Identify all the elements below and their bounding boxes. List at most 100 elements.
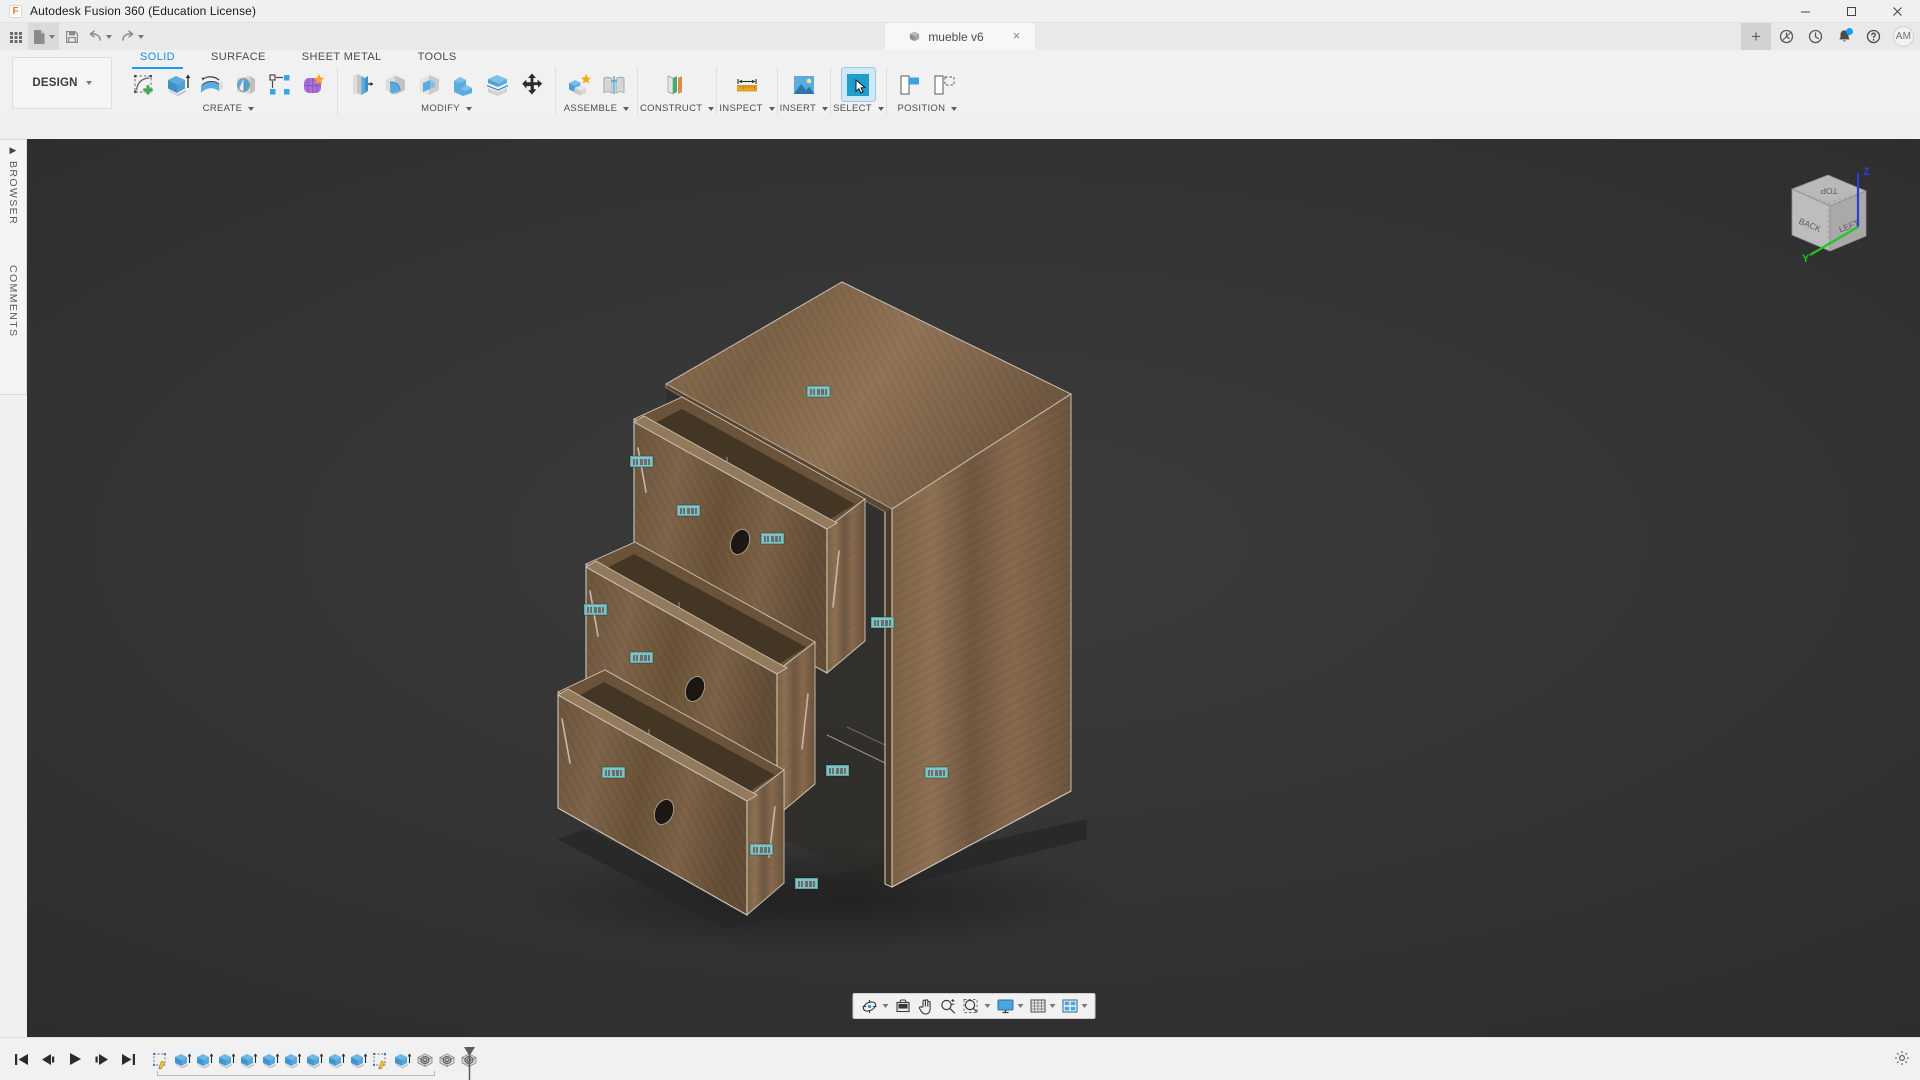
- joint-label[interactable]: [795, 878, 818, 889]
- timeline-sketch-2[interactable]: [370, 1050, 391, 1071]
- 3d-viewport[interactable]: TOP BACK LEFT Z Y: [27, 139, 1920, 1037]
- create-sketch-button[interactable]: [127, 68, 160, 101]
- file-menu-button[interactable]: [28, 23, 59, 50]
- joint-label[interactable]: [750, 844, 773, 855]
- orbit-button[interactable]: [857, 994, 891, 1018]
- shell-button[interactable]: [413, 68, 446, 101]
- joint-label[interactable]: [630, 456, 653, 467]
- new-component-button[interactable]: [563, 68, 596, 101]
- select-button[interactable]: [842, 68, 875, 101]
- pattern-button[interactable]: [263, 68, 296, 101]
- ribbon-group-select-label[interactable]: SELECT: [833, 101, 884, 116]
- joint-label[interactable]: [677, 505, 700, 516]
- recent-documents-icon[interactable]: [1802, 23, 1829, 50]
- timeline-extrude-5[interactable]: [260, 1050, 281, 1071]
- ribbon-group-select: SELECT: [830, 67, 886, 116]
- notifications-icon[interactable]: [1831, 23, 1858, 50]
- new-tab-button[interactable]: +: [1741, 23, 1771, 50]
- step-back-button[interactable]: [41, 1053, 56, 1066]
- go-to-beginning-button[interactable]: [14, 1053, 29, 1066]
- form-button[interactable]: [297, 68, 330, 101]
- ribbon-group-inspect-label[interactable]: INSPECT: [719, 101, 774, 116]
- tab-solid[interactable]: SOLID: [122, 51, 193, 67]
- timeline-extrude-9[interactable]: [348, 1050, 369, 1071]
- document-tab[interactable]: mueble v6 ×: [885, 23, 1035, 50]
- align-distribute-button[interactable]: [928, 68, 961, 101]
- timeline-end-marker[interactable]: [464, 1047, 475, 1080]
- tab-surface[interactable]: SURFACE: [193, 51, 284, 67]
- workspace-caret-icon: [86, 81, 92, 85]
- fit-button[interactable]: [959, 994, 993, 1018]
- ribbon-group-construct: CONSTRUCT: [637, 67, 716, 116]
- revolve-button[interactable]: [229, 68, 262, 101]
- comments-tab-label[interactable]: COMMENTS: [7, 265, 19, 337]
- user-avatar[interactable]: AM: [1893, 26, 1914, 47]
- combine-button[interactable]: [447, 68, 480, 101]
- save-button[interactable]: [59, 23, 84, 50]
- redo-button[interactable]: [116, 23, 148, 50]
- browser-expand-arrow-icon[interactable]: ▶: [10, 146, 17, 155]
- ribbon-group-create-label[interactable]: CREATE: [122, 101, 335, 116]
- offset-plane-button[interactable]: [661, 68, 694, 101]
- ribbon-group-modify-label[interactable]: MODIFY: [340, 101, 553, 116]
- tab-sheet-metal[interactable]: SHEET METAL: [284, 51, 400, 67]
- step-forward-button[interactable]: [94, 1053, 109, 1066]
- joint-label[interactable]: [807, 386, 830, 397]
- quick-access-toolbar: mueble v6 × +: [0, 23, 1920, 50]
- measure-button[interactable]: [730, 68, 763, 101]
- press-pull-button[interactable]: [345, 68, 378, 101]
- ribbon-group-construct-label[interactable]: CONSTRUCT: [640, 101, 714, 116]
- surface-patch-button[interactable]: [195, 68, 228, 101]
- extrude-button[interactable]: [161, 68, 194, 101]
- job-status-icon[interactable]: [1773, 23, 1800, 50]
- timeline-playback-controls: [0, 1052, 150, 1066]
- tab-close-icon[interactable]: ×: [1010, 30, 1023, 43]
- joint-label[interactable]: [584, 604, 607, 615]
- timeline-settings-button[interactable]: [1894, 1050, 1910, 1071]
- timeline-joint-2[interactable]: [436, 1050, 457, 1071]
- pan-button[interactable]: [914, 994, 936, 1018]
- grid-snaps-button[interactable]: [1026, 994, 1058, 1018]
- timeline-extrude-1[interactable]: [172, 1050, 193, 1071]
- go-to-end-button[interactable]: [121, 1053, 136, 1066]
- tab-tools[interactable]: TOOLS: [400, 51, 475, 67]
- view-cube[interactable]: TOP BACK LEFT Z Y: [1770, 159, 1890, 279]
- fillet-button[interactable]: [379, 68, 412, 101]
- split-body-button[interactable]: [481, 68, 514, 101]
- timeline-extrude-7[interactable]: [304, 1050, 325, 1071]
- undo-button[interactable]: [84, 23, 116, 50]
- ribbon-group-position-label[interactable]: POSITION: [889, 101, 966, 116]
- viewports-button[interactable]: [1058, 994, 1090, 1018]
- timeline-extrude-8[interactable]: [326, 1050, 347, 1071]
- align-left-button[interactable]: [894, 68, 927, 101]
- display-settings-button[interactable]: [993, 994, 1026, 1018]
- joint-label[interactable]: [602, 767, 625, 778]
- minimize-button[interactable]: [1782, 0, 1828, 23]
- close-button[interactable]: [1874, 0, 1920, 23]
- ribbon-group-insert-label[interactable]: INSERT: [780, 101, 828, 116]
- joint-label[interactable]: [925, 767, 948, 778]
- timeline-sketch-1[interactable]: [150, 1050, 171, 1071]
- timeline-extrude-4[interactable]: [238, 1050, 259, 1071]
- maximize-button[interactable]: [1828, 0, 1874, 23]
- ribbon-group-assemble-label[interactable]: ASSEMBLE: [558, 101, 635, 116]
- help-icon[interactable]: [1860, 23, 1887, 50]
- timeline-joint-1[interactable]: [414, 1050, 435, 1071]
- timeline-extrude-2[interactable]: [194, 1050, 215, 1071]
- joint-label[interactable]: [826, 765, 849, 776]
- browser-tab-label[interactable]: BROWSER: [7, 161, 19, 225]
- zoom-button[interactable]: [936, 994, 959, 1018]
- joint-label[interactable]: [761, 533, 784, 544]
- look-at-button[interactable]: [891, 994, 914, 1018]
- move-copy-button[interactable]: [515, 68, 548, 101]
- joint-button[interactable]: [597, 68, 630, 101]
- joint-label[interactable]: [871, 617, 894, 628]
- workspace-switcher[interactable]: DESIGN: [12, 57, 112, 109]
- insert-image-button[interactable]: [787, 68, 820, 101]
- play-button[interactable]: [68, 1052, 82, 1066]
- joint-label[interactable]: [630, 652, 653, 663]
- timeline-extrude-3[interactable]: [216, 1050, 237, 1071]
- data-panel-button[interactable]: [3, 23, 28, 50]
- timeline-extrude-10[interactable]: [392, 1050, 413, 1071]
- timeline-extrude-6[interactable]: [282, 1050, 303, 1071]
